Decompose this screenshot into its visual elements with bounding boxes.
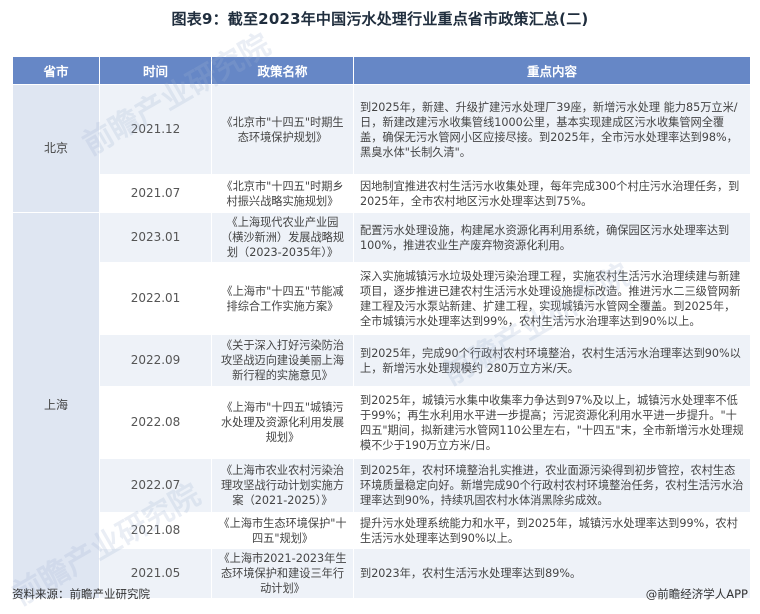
chart-title: 图表9：截至2023年中国污水处理行业重点省市政策汇总(二) (171, 10, 589, 28)
content-cell: 因地制宜推进农村生活污水收集处理，每年完成300个村庄污水治理任务，到2025年… (353, 174, 751, 213)
policy-cell: 《上海市农业农村污染治理攻坚战行动计划实施方案（2021-2025）》 (211, 458, 354, 513)
policy-cell: 《上海市2021-2023年生态环境保护和建设三年行动计划》 (211, 548, 354, 599)
date-cell: 2022.01 (99, 262, 212, 335)
header-date: 时间 (99, 56, 212, 85)
policy-cell: 《上海现代农业产业园（横沙新洲）发展战略规划（2023-2035年）》 (211, 212, 354, 263)
date-cell: 2023.01 (99, 212, 212, 263)
policy-cell: 《上海市生态环境保护"十四五"规划》 (211, 512, 354, 549)
source-note: 资料来源：前瞻产业研究院 (12, 587, 150, 601)
policy-cell: 《北京市"十四五"时期生态环境保护规划》 (211, 84, 354, 175)
table-header-row: 省市 时间 政策名称 重点内容 (12, 56, 751, 85)
policy-cell: 《上海市"十四五"节能减排综合工作实施方案》 (211, 262, 354, 335)
policy-table: 省市 时间 政策名称 重点内容 北京 2021.12 《北京市"十四五"时期生态… (12, 56, 751, 599)
policy-cell: 《上海市"十四五"城镇污水处理及资源化利用发展规划》 (211, 386, 354, 459)
policy-cell: 《北京市"十四五"时期乡村振兴战略实施规划》 (211, 174, 354, 213)
date-cell: 2022.09 (99, 334, 212, 387)
header-policy: 政策名称 (211, 56, 354, 85)
content-cell: 到2025年，完成90个行政村农村环境整治，农村生活污水治理率达到90%以上，新… (353, 334, 751, 387)
table-row: 2022.09 《关于深入打好污染防治攻坚战迈向建设美丽上海新行程的实施意见》 … (13, 334, 751, 387)
table-row: 上海 2023.01 《上海现代农业产业园（横沙新洲）发展战略规划（2023-2… (12, 212, 751, 599)
content-cell: 配置污水处理设施，构建尾水资源化再利用系统，确保园区污水处理率达到100%，推进… (353, 212, 751, 263)
content-cell: 到2025年，新建、升级扩建污水处理厂39座，新增污水处理 能力85万立米/日，… (353, 84, 751, 175)
table-row: 2022.08 《上海市"十四五"城镇污水处理及资源化利用发展规划》 到2025… (13, 386, 751, 459)
policy-cell: 《关于深入打好污染防治攻坚战迈向建设美丽上海新行程的实施意见》 (211, 334, 354, 387)
header-province: 省市 (12, 56, 100, 85)
date-cell: 2022.07 (99, 458, 212, 513)
table-row: 北京 2021.12 《北京市"十四五"时期生态环境保护规划》 到2025年，新… (12, 84, 751, 213)
content-cell: 深入实施城镇污水垃圾处理污染治理工程，实施农村生活污水治理续建与新建项目，逐步推… (353, 262, 751, 335)
table-row: 2022.07 《上海市农业农村污染治理攻坚战行动计划实施方案（2021-202… (13, 458, 751, 513)
date-cell: 2022.08 (99, 386, 212, 459)
content-cell: 提升污水处理系统能力和水平，到2025年，城镇污水处理率达到99%，农村生活污水… (353, 512, 751, 549)
province-cell: 北京 (12, 84, 100, 213)
brand-credit: @前瞻经济学人APP (645, 587, 748, 601)
table-row: 2021.08 《上海市生态环境保护"十四五"规划》 提升污水处理系统能力和水平… (13, 512, 751, 549)
date-cell: 2021.12 (99, 84, 212, 175)
province-cell: 上海 (12, 212, 100, 599)
table-row: 2022.01 《上海市"十四五"节能减排综合工作实施方案》 深入实施城镇污水垃… (13, 262, 751, 335)
header-content: 重点内容 (353, 56, 751, 85)
table-row: 2021.07 《北京市"十四五"时期乡村振兴战略实施规划》 因地制宜推进农村生… (13, 174, 751, 213)
date-cell: 2021.07 (99, 174, 212, 213)
content-cell: 到2025年，城镇污水集中收集率力争达到97%及以上，城镇污水处理率不低于99%… (353, 386, 751, 459)
date-cell: 2021.08 (99, 512, 212, 549)
content-cell: 到2025年，农村环境整治扎实推进，农业面源污染得到初步管控，农村生态环境质量稳… (353, 458, 751, 513)
